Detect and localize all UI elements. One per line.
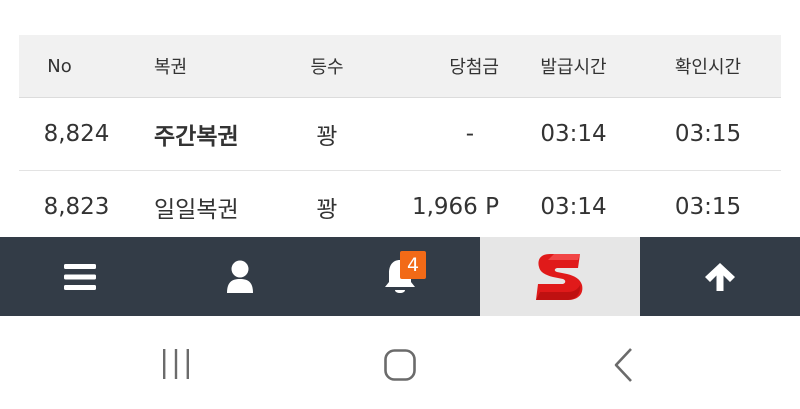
menu-button[interactable] (0, 237, 160, 316)
col-header-prize: 당첨금 (449, 57, 499, 78)
lottery-history-table: No 복권 등수 당첨금 발급시간 확인시간 8,824 주간복권 꽝 - 03… (19, 35, 781, 243)
col-header-issued-time: 발급시간 (540, 57, 607, 78)
s-logo-icon (536, 253, 583, 300)
menu-icon (64, 263, 96, 290)
user-icon (227, 260, 253, 293)
cell-issued-time: 03:14 (540, 121, 607, 147)
cell-no: 8,823 (43, 194, 110, 220)
home-icon[interactable] (382, 347, 418, 383)
scroll-top-button[interactable] (640, 237, 800, 316)
cell-checked-time: 03:15 (674, 194, 742, 220)
bottom-navbar: 4 (0, 237, 800, 316)
cell-rank: 꽝 (316, 124, 338, 150)
table-header: No 복권 등수 당첨금 발급시간 확인시간 (19, 35, 781, 98)
recent-apps-icon[interactable] (158, 347, 194, 381)
back-icon[interactable] (609, 346, 637, 384)
cell-no: 8,824 (43, 121, 110, 147)
cell-issued-time: 03:14 (540, 194, 607, 220)
profile-button[interactable] (160, 237, 320, 316)
cell-lottery-type: 일일복권 (154, 197, 239, 223)
table-row[interactable]: 8,823 일일복권 꽝 1,966 P 03:14 03:15 (19, 171, 781, 243)
cell-rank: 꽝 (316, 197, 338, 223)
arrow-up-icon (705, 262, 735, 291)
site-logo-button[interactable] (480, 237, 640, 316)
android-system-nav-bar (0, 316, 800, 409)
cell-prize: 1,966 P (411, 194, 499, 220)
cell-lottery-type: 주간복권 (154, 124, 239, 150)
col-header-lottery: 복권 (154, 57, 188, 78)
notification-count-badge: 4 (400, 251, 426, 279)
table-row[interactable]: 8,824 주간복권 꽝 - 03:14 03:15 (19, 98, 781, 171)
col-header-no: No (47, 55, 72, 77)
col-header-checked-time: 확인시간 (674, 57, 742, 78)
cell-prize: - (465, 121, 474, 147)
col-header-rank: 등수 (310, 57, 344, 78)
cell-checked-time: 03:15 (674, 121, 742, 147)
